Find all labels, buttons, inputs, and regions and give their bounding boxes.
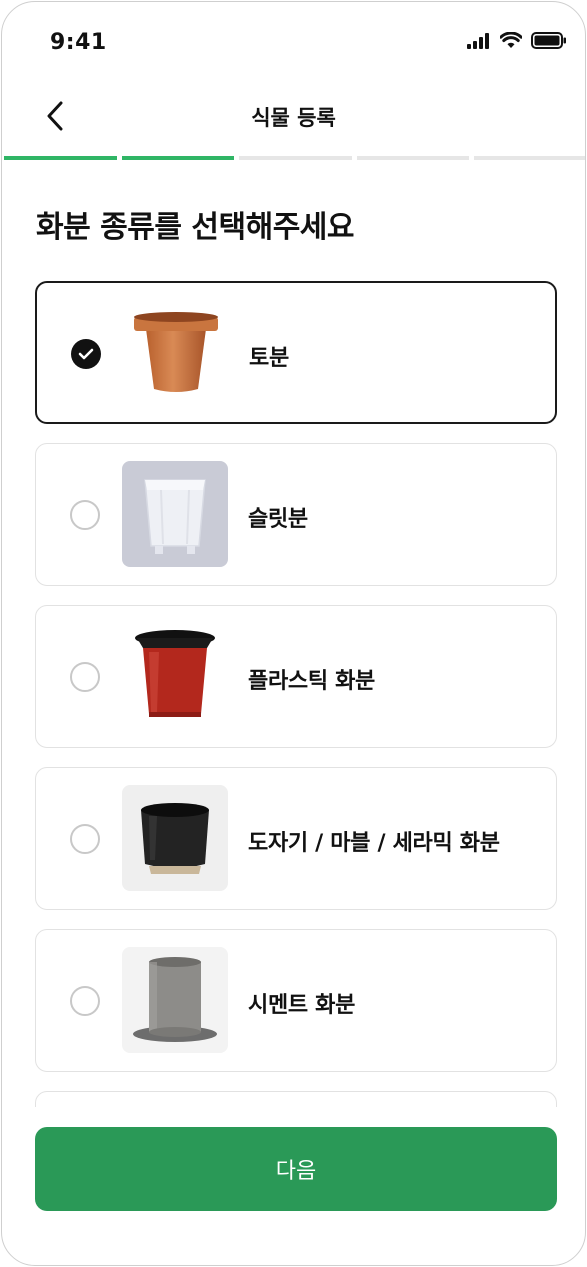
pot-option-ceramic[interactable]: 도자기 / 마블 / 세라믹 화분 <box>35 767 557 910</box>
pot-option-terracotta[interactable]: 토분 <box>35 281 557 424</box>
terracotta-pot-icon <box>123 300 229 406</box>
status-bar: 9:41 <box>2 2 585 82</box>
wifi-icon <box>500 32 522 48</box>
cement-pot-icon <box>122 947 228 1053</box>
pot-option-plastic[interactable]: 플라스틱 화분 <box>35 605 557 748</box>
battery-icon <box>531 32 566 49</box>
plastic-pot-icon <box>122 623 228 729</box>
slit-pot-icon <box>122 461 228 567</box>
status-time: 9:41 <box>50 30 107 55</box>
signal-icon <box>467 32 489 49</box>
pot-option-slit[interactable]: 슬릿분 <box>35 443 557 586</box>
pot-option-more[interactable] <box>35 1091 557 1107</box>
radio-unchecked[interactable] <box>70 500 100 530</box>
option-label: 플라스틱 화분 <box>248 669 375 694</box>
pot-option-cement[interactable]: 시멘트 화분 <box>35 929 557 1072</box>
progress-step-4 <box>356 156 470 160</box>
navigation-bar: 식물 등록 <box>2 84 585 150</box>
progress-step-2 <box>121 156 235 160</box>
section-heading: 화분 종류를 선택해주세요 <box>36 210 355 245</box>
radio-unchecked[interactable] <box>70 824 100 854</box>
page-title: 식물 등록 <box>251 106 336 130</box>
check-icon <box>78 348 94 360</box>
option-label: 토분 <box>249 346 289 371</box>
next-button[interactable]: 다음 <box>35 1127 557 1211</box>
progress-step-5 <box>474 156 585 160</box>
ceramic-pot-icon <box>122 785 228 891</box>
radio-unchecked[interactable] <box>70 986 100 1016</box>
radio-unchecked[interactable] <box>70 662 100 692</box>
phone-frame: 9:41 식물 등록 화분 종류를 선택해주세요 토분 슬릿분 플라스틱 화분 … <box>1 1 586 1266</box>
option-label: 슬릿분 <box>248 507 308 532</box>
radio-checked[interactable] <box>71 339 101 369</box>
step-progress-bar <box>4 156 585 161</box>
pot-type-list: 토분 슬릿분 플라스틱 화분 도자기 / 마블 / 세라믹 화분 시멘트 화분 <box>35 281 557 1107</box>
progress-step-1 <box>4 156 117 160</box>
option-label: 시멘트 화분 <box>248 993 356 1018</box>
status-icons <box>467 32 567 49</box>
progress-step-3 <box>239 156 352 160</box>
option-label: 도자기 / 마블 / 세라믹 화분 <box>248 831 500 856</box>
